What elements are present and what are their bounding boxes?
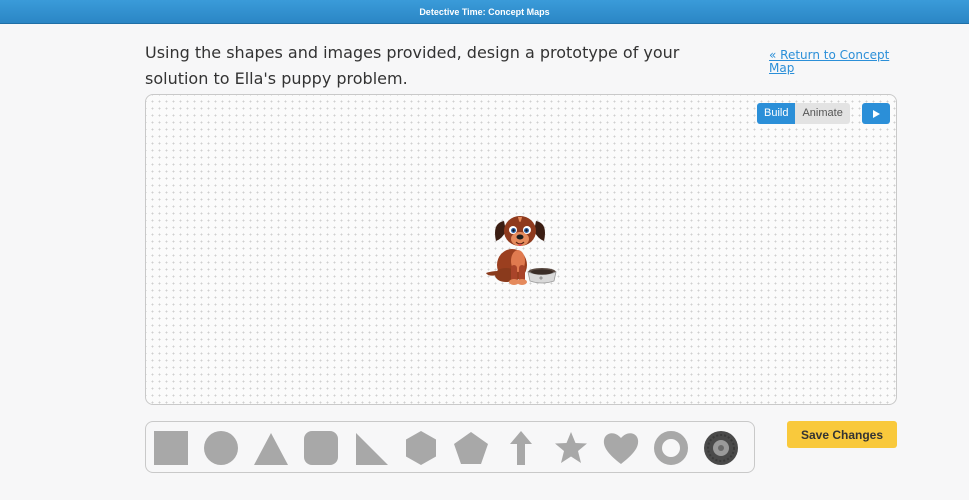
play-button[interactable] bbox=[862, 103, 890, 124]
mode-toggle: Build Animate bbox=[757, 103, 850, 124]
right-triangle-shape-icon[interactable] bbox=[352, 429, 390, 467]
play-icon bbox=[873, 109, 880, 118]
shape-palette bbox=[145, 421, 755, 473]
ring-shape-icon[interactable] bbox=[652, 429, 690, 467]
heart-shape-icon[interactable] bbox=[602, 429, 640, 467]
hexagon-shape-icon[interactable] bbox=[402, 429, 440, 467]
arrow-up-shape-icon[interactable] bbox=[502, 429, 540, 467]
square-shape-icon[interactable] bbox=[152, 429, 190, 467]
triangle-shape-icon[interactable] bbox=[252, 429, 290, 467]
pentagon-shape-icon[interactable] bbox=[452, 429, 490, 467]
star-shape-icon[interactable] bbox=[552, 429, 590, 467]
puppy-with-bowl-image[interactable] bbox=[484, 209, 558, 289]
build-mode-button[interactable]: Build bbox=[757, 103, 796, 124]
puppy-icon bbox=[486, 216, 557, 285]
circle-shape-icon[interactable] bbox=[202, 429, 240, 467]
animate-mode-button[interactable]: Animate bbox=[795, 103, 850, 124]
return-to-concept-map-link[interactable]: « Return to Concept Map bbox=[769, 49, 899, 75]
instructions-text: Using the shapes and images provided, de… bbox=[145, 43, 680, 88]
rounded-square-shape-icon[interactable] bbox=[302, 429, 340, 467]
page-title: Detective Time: Concept Maps bbox=[419, 7, 550, 17]
design-canvas[interactable]: Build Animate bbox=[145, 94, 897, 405]
save-changes-button[interactable]: Save Changes bbox=[787, 421, 897, 448]
tire-shape-icon[interactable] bbox=[702, 429, 740, 467]
top-header-bar: Detective Time: Concept Maps bbox=[0, 0, 969, 24]
